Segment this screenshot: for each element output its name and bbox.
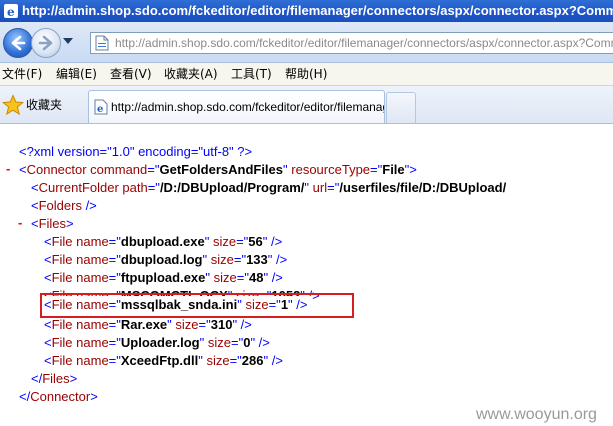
connector-close-tag: </Connector> bbox=[19, 389, 98, 404]
collapse-toggle[interactable]: - bbox=[18, 215, 22, 230]
files-open-tag: <Files> bbox=[31, 216, 74, 231]
svg-text:e: e bbox=[97, 104, 103, 115]
file-entry: <File name="dbupload.log" size="133" /> bbox=[44, 252, 288, 267]
svg-text:e: e bbox=[7, 5, 15, 19]
current-folder-tag: <CurrentFolder path="/D:/DBUpload/Progra… bbox=[31, 180, 507, 195]
tab-bar: 收藏夹 e http://admin.shop.sdo.com/fckedito… bbox=[0, 86, 613, 124]
favorites-label[interactable]: 收藏夹 bbox=[26, 96, 62, 113]
file-entry: <File name="dbupload.exe" size="56" /> bbox=[44, 234, 283, 249]
file-entry: <File name="Uploader.log" size="0" /> bbox=[44, 335, 270, 350]
xml-declaration: <?xml version="1.0" encoding="utf-8" ?> bbox=[19, 144, 253, 159]
page-icon bbox=[95, 35, 109, 51]
favorites-star-icon[interactable] bbox=[2, 94, 24, 116]
navigation-bar: http://admin.shop.sdo.com/fckeditor/edit… bbox=[0, 22, 613, 63]
file-entry: <File name="ftpupload.exe" size="48" /> bbox=[44, 270, 283, 285]
forward-button[interactable] bbox=[31, 28, 61, 58]
folders-tag: <Folders /> bbox=[31, 198, 97, 213]
back-arrow-icon bbox=[11, 35, 26, 51]
menu-bar: 文件(F) 编辑(E) 查看(V) 收藏夹(A) 工具(T) 帮助(H) bbox=[0, 63, 613, 86]
xml-document: <?xml version="1.0" encoding="utf-8" ?> … bbox=[0, 124, 613, 426]
window-title: http://admin.shop.sdo.com/fckeditor/edit… bbox=[22, 3, 613, 18]
window-title-bar[interactable]: e http://admin.shop.sdo.com/fckeditor/ed… bbox=[0, 0, 613, 22]
tab-ie-icon: e bbox=[94, 99, 108, 115]
menu-help[interactable]: 帮助(H) bbox=[285, 63, 327, 85]
back-button[interactable] bbox=[3, 28, 33, 58]
file-entry: <File name="XceedFtp.dll" size="286" /> bbox=[44, 353, 283, 368]
file-entry: <File name="Rar.exe" size="310" /> bbox=[44, 317, 252, 332]
menu-favorites[interactable]: 收藏夹(A) bbox=[164, 63, 218, 85]
address-url[interactable]: http://admin.shop.sdo.com/fckeditor/edit… bbox=[115, 33, 613, 53]
ie-app-icon: e bbox=[4, 4, 18, 19]
dropdown-arrow-icon[interactable] bbox=[63, 38, 73, 44]
new-tab-button[interactable] bbox=[386, 92, 416, 123]
menu-file[interactable]: 文件(F) bbox=[2, 63, 42, 85]
tab-active[interactable]: e http://admin.shop.sdo.com/fckeditor/ed… bbox=[88, 90, 385, 123]
files-close-tag: </Files> bbox=[31, 371, 78, 386]
menu-tools[interactable]: 工具(T) bbox=[231, 63, 272, 85]
menu-edit[interactable]: 编辑(E) bbox=[56, 63, 97, 85]
highlight-box bbox=[40, 293, 354, 318]
address-bar[interactable]: http://admin.shop.sdo.com/fckeditor/edit… bbox=[90, 32, 613, 54]
tab-label: http://admin.shop.sdo.com/fckeditor/edit… bbox=[111, 100, 385, 114]
menu-view[interactable]: 查看(V) bbox=[110, 63, 152, 85]
watermark: www.wooyun.org bbox=[476, 406, 597, 423]
connector-open-tag: <Connector command="GetFoldersAndFiles" … bbox=[19, 162, 417, 177]
collapse-toggle[interactable]: - bbox=[6, 161, 10, 176]
forward-arrow-icon bbox=[38, 35, 53, 51]
